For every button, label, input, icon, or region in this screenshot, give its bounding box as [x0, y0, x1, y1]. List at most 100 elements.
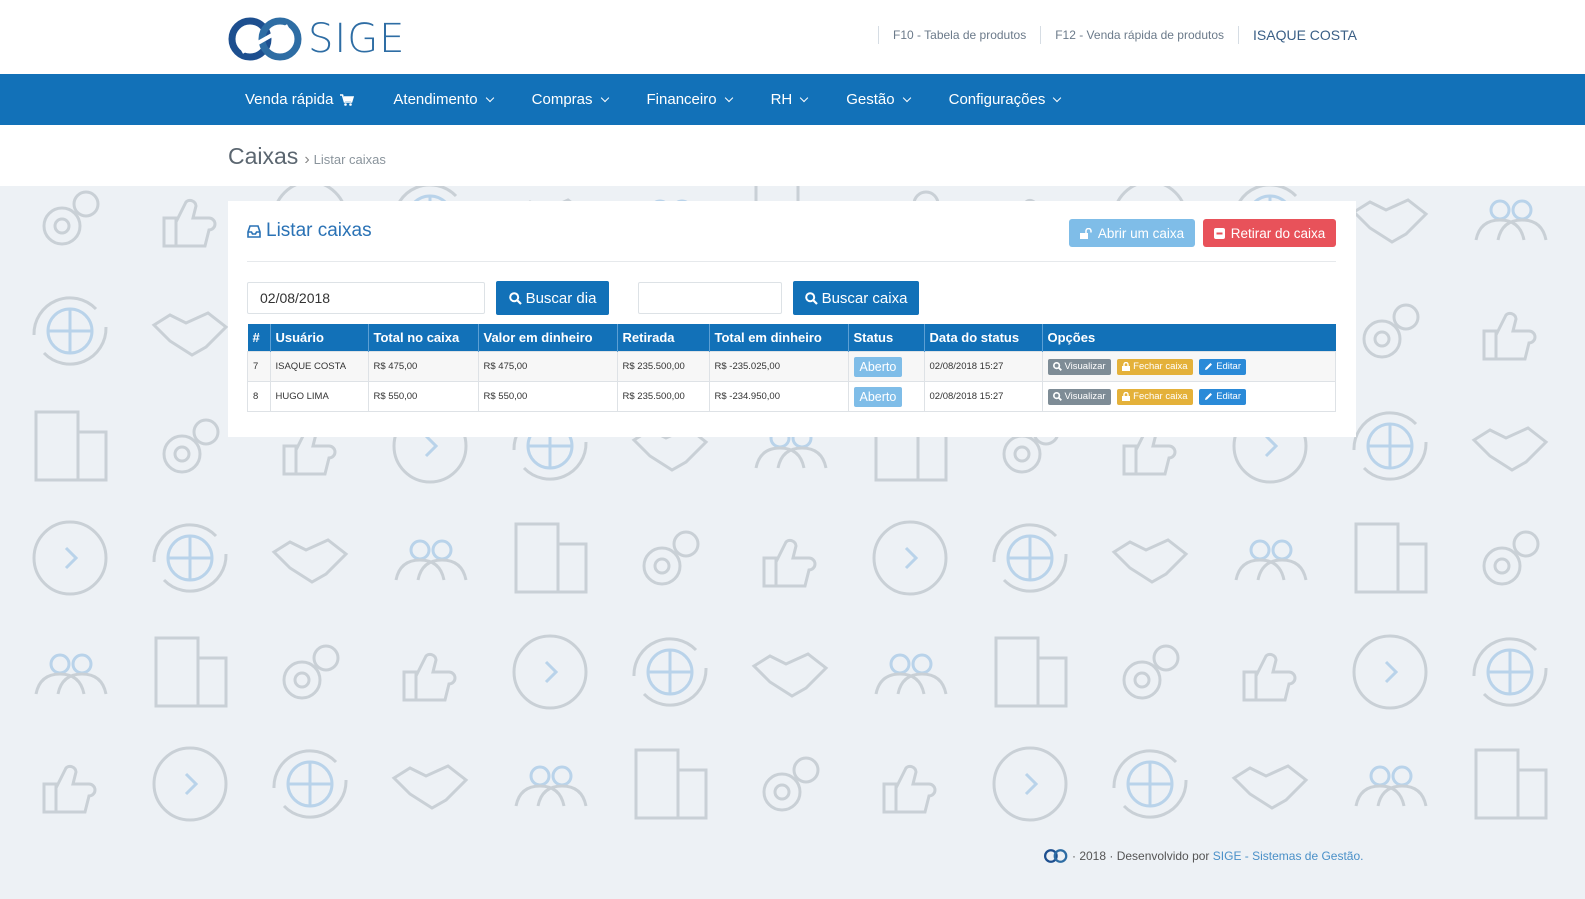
gear-pattern-icon — [42, 190, 100, 246]
search-icon — [804, 291, 818, 305]
view-label: Visualizar — [1064, 391, 1106, 402]
col-opcoes: Opções — [1042, 324, 1336, 352]
thumb-pattern-icon — [402, 652, 457, 702]
hands-pattern-icon — [271, 538, 349, 584]
edit-button[interactable]: Editar — [1199, 358, 1247, 375]
search-day-label: Buscar dia — [525, 289, 597, 307]
close-caixa-button[interactable]: Fechar caixa — [1117, 388, 1193, 405]
nav-label: Configurações — [948, 91, 1046, 108]
nav-financeiro[interactable]: Financeiro — [647, 91, 733, 108]
col-usuario: Usuário — [270, 324, 369, 352]
circle-pattern-icon — [1352, 634, 1428, 710]
chevron-down-icon — [799, 93, 809, 102]
caixas-table: # Usuário Total no caixa Valor em dinhei… — [247, 324, 1336, 412]
cell-withdrawal: R$ 235.500,00 — [616, 381, 710, 412]
hands-pattern-icon — [1231, 764, 1309, 810]
open-caixa-label: Abrir um caixa — [1097, 225, 1185, 241]
status-badge: Aberto — [853, 356, 903, 377]
globe-pattern-icon — [1472, 637, 1548, 707]
cell-withdrawal: R$ 235.500,00 — [616, 351, 710, 382]
page-title: Caixas — [228, 143, 299, 169]
cell-cash: R$ 550,00 — [477, 381, 618, 412]
col-valor-dinheiro: Valor em dinheiro — [478, 324, 618, 352]
gear-pattern-icon — [162, 418, 220, 474]
table-header-row: # Usuário Total no caixa Valor em dinhei… — [247, 324, 1336, 352]
people-pattern-icon — [1354, 765, 1428, 807]
circle-pattern-icon — [32, 520, 108, 596]
unlock-icon — [1079, 227, 1092, 239]
top-links: F10 - Tabela de produtos F12 - Venda ráp… — [864, 26, 1357, 44]
globe-pattern-icon — [32, 296, 108, 366]
search-caixa-label: Buscar caixa — [821, 289, 908, 307]
open-caixa-button[interactable]: Abrir um caixa — [1069, 219, 1195, 247]
globe-pattern-icon — [1352, 411, 1428, 481]
footer-link[interactable]: SIGE - Sistemas de Gestão. — [1213, 849, 1364, 863]
f10-link[interactable]: F10 - Tabela de produtos — [893, 28, 1026, 42]
withdraw-caixa-button[interactable]: Retirar do caixa — [1203, 219, 1336, 247]
chevron-down-icon — [1053, 93, 1062, 102]
edit-label: Editar — [1216, 391, 1242, 402]
pencil-icon — [1205, 393, 1213, 400]
table-row: 8 HUGO LIMA R$ 550,00 R$ 550,00 R$ 235.5… — [247, 381, 1336, 412]
chevron-down-icon — [600, 93, 609, 102]
minus-square-icon — [1213, 227, 1225, 239]
nav-atendimento[interactable]: Atendimento — [393, 91, 494, 108]
chevron-down-icon — [902, 93, 911, 102]
view-button[interactable]: Visualizar — [1047, 358, 1111, 375]
building-pattern-icon — [154, 636, 228, 708]
infinity-logo-icon — [1043, 849, 1068, 863]
user-name-link[interactable]: ISAQUE COSTA — [1253, 27, 1357, 43]
cell-status-date: 02/08/2018 15:27 — [923, 351, 1043, 382]
building-pattern-icon — [994, 636, 1068, 708]
view-button[interactable]: Visualizar — [1047, 388, 1111, 405]
building-pattern-icon — [1474, 748, 1548, 820]
panel-title-text: Listar caixas — [266, 220, 372, 241]
col-total-dinheiro: Total em dinheiro — [709, 324, 849, 352]
col-retirada: Retirada — [617, 324, 710, 352]
caixa-input[interactable] — [638, 282, 782, 314]
search-caixa-button[interactable]: Buscar caixa — [793, 281, 919, 315]
hands-pattern-icon — [1111, 538, 1189, 584]
cell-status: Aberto — [847, 381, 925, 412]
people-pattern-icon — [394, 539, 468, 581]
thumb-pattern-icon — [162, 198, 217, 248]
lock-icon — [1122, 392, 1131, 401]
people-pattern-icon — [514, 765, 588, 807]
cart-icon — [340, 93, 355, 106]
cell-status: Aberto — [847, 351, 925, 382]
hands-pattern-icon — [391, 764, 469, 810]
edit-button[interactable]: Editar — [1199, 388, 1247, 405]
people-pattern-icon — [1474, 199, 1548, 241]
close-caixa-button[interactable]: Fechar caixa — [1117, 358, 1193, 375]
col-data-status: Data do status — [924, 324, 1043, 352]
globe-pattern-icon — [1112, 749, 1188, 819]
nav-label: Venda rápida — [245, 91, 334, 108]
cell-user: ISAQUE COSTA — [269, 351, 369, 382]
thumb-pattern-icon — [882, 764, 937, 814]
nav-compras[interactable]: Compras — [532, 91, 609, 108]
nav-configuracoes[interactable]: Configurações — [948, 91, 1062, 108]
thumb-pattern-icon — [1482, 311, 1537, 361]
thumb-pattern-icon — [762, 538, 817, 588]
date-input[interactable]: 02/08/2018 — [247, 282, 485, 314]
breadcrumb: Caixas › Listar caixas — [228, 143, 386, 170]
col-total-caixa: Total no caixa — [368, 324, 479, 352]
nav-gestao[interactable]: Gestão — [846, 91, 911, 108]
inbox-icon — [247, 224, 261, 238]
building-pattern-icon — [34, 410, 108, 482]
thumb-pattern-icon — [42, 764, 97, 814]
brand-logo[interactable]: SIGE — [228, 14, 405, 64]
people-pattern-icon — [874, 653, 948, 695]
cell-cash: R$ 475,00 — [477, 351, 618, 382]
people-pattern-icon — [34, 653, 108, 695]
breadcrumb-current: Listar caixas — [313, 152, 386, 167]
f12-link[interactable]: F12 - Venda rápida de produtos — [1055, 28, 1224, 42]
search-icon — [508, 291, 522, 305]
gear-pattern-icon — [1482, 530, 1540, 586]
circle-pattern-icon — [992, 746, 1068, 822]
building-pattern-icon — [634, 748, 708, 820]
nav-rh[interactable]: RH — [771, 91, 809, 108]
cell-options: Visualizar Fechar caixa Editar — [1041, 381, 1336, 412]
nav-venda-rapida[interactable]: Venda rápida — [245, 91, 355, 108]
search-day-button[interactable]: Buscar dia — [496, 281, 609, 315]
